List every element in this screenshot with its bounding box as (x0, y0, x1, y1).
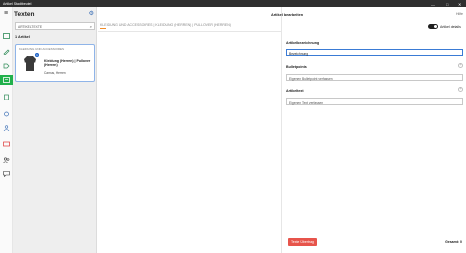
chat-icon[interactable] (2, 170, 11, 177)
article-title-field[interactable]: Bezeichnung (286, 49, 463, 56)
maximize-button[interactable]: □ (446, 2, 448, 7)
article-title-value: Bezeichnung (289, 51, 309, 56)
people-icon[interactable] (2, 156, 11, 163)
breadcrumb[interactable]: KLEIDUNG UND ACCESSOIRES | KLEIDUNG (HER… (100, 23, 231, 29)
article-badge: 1 (35, 53, 39, 57)
edit-icon[interactable] (2, 48, 11, 55)
section-label-text: Artikeltext (286, 89, 304, 93)
box-icon[interactable] (2, 140, 11, 147)
search-placeholder: ARTIKELTEXTE (18, 25, 43, 29)
filter-settings-icon[interactable]: ⚙ (89, 10, 94, 17)
article-count: 1 Artikel (15, 35, 30, 39)
sweater-thumbnail (24, 55, 36, 71)
window-titlebar: Artikel Stadtbeutel — □ ✕ (0, 0, 466, 7)
close-button[interactable]: ✕ (458, 2, 461, 7)
breadcrumb-underline (100, 28, 106, 29)
tag-icon[interactable] (2, 62, 11, 69)
save-texts-button[interactable]: Texte Übertrag (288, 238, 317, 246)
article-subtitle: Camus, Herren (44, 71, 66, 75)
detail-panel: Artikel bearbeiten Hilfe Artikel details… (271, 7, 466, 253)
add-text-icon[interactable]: + (458, 87, 463, 92)
hamburger-menu-icon[interactable]: ≡ (4, 10, 8, 17)
users-icon[interactable] (2, 124, 11, 131)
article-category: KLEIDUNG UND ACCESSOIRES (19, 47, 65, 51)
total-label: Gesamt: 0 (445, 240, 462, 244)
add-bullet-icon[interactable]: + (458, 63, 463, 68)
section-label-title: Artikelbezeichnung (286, 41, 320, 45)
search-input[interactable]: ARTIKELTEXTE ⌕ (15, 22, 95, 30)
detail-title: Artikel bearbeiten (270, 13, 304, 17)
texts-icon[interactable] (0, 75, 13, 85)
article-details-toggle[interactable] (428, 24, 438, 29)
delete-icon[interactable] (2, 93, 11, 100)
section-label-bullets: Bulletpoints (286, 65, 307, 69)
article-list-panel: ≡ Texten ⚙ ARTIKELTEXTE ⌕ 1 Artikel KLEI… (4, 7, 97, 253)
minimize-button[interactable]: — (431, 2, 435, 7)
breadcrumb-text: KLEIDUNG UND ACCESSOIRES | KLEIDUNG (HER… (100, 23, 231, 27)
search-icon[interactable]: ⌕ (90, 24, 92, 29)
left-navigation-rail (0, 7, 13, 253)
article-card[interactable]: KLEIDUNG UND ACCESSOIRES 1 Kleidung (Her… (15, 44, 95, 82)
article-name: Kleidung (Herren) | Pullover (Herren) (44, 59, 91, 68)
help-link[interactable]: Hilfe (456, 12, 463, 16)
article-text-field[interactable]: Eigenen Text verfassen (286, 98, 463, 105)
bullet-placeholder: Eigenen Bulletpoint verfassen (289, 76, 333, 81)
home-icon[interactable] (2, 32, 11, 39)
divider (98, 31, 281, 32)
bullet-field[interactable]: Eigenen Bulletpoint verfassen (286, 74, 463, 81)
article-text-placeholder: Eigenen Text verfassen (289, 100, 324, 105)
toggle-label: Artikel details (440, 24, 461, 29)
breadcrumb-panel: KLEIDUNG UND ACCESSOIRES | KLEIDUNG (HER… (98, 7, 281, 253)
panel-title: Texten (14, 11, 35, 18)
share-icon[interactable] (2, 110, 11, 117)
app-title: Artikel Stadtbeutel (3, 1, 32, 6)
